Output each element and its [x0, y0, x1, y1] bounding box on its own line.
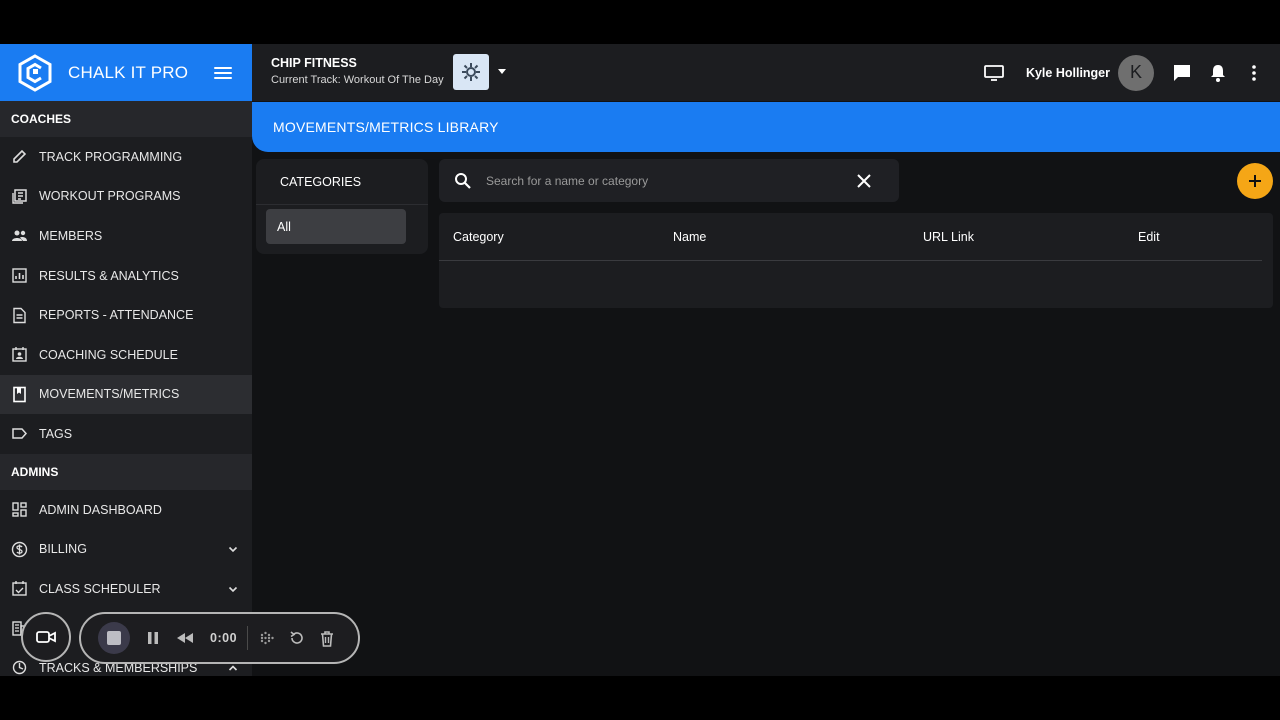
dashboard-icon [12, 502, 27, 517]
gear-swirl-icon [462, 63, 480, 81]
search-icon [455, 172, 471, 189]
current-track: Current Track: Workout Of The Day [271, 74, 444, 86]
section-heading-coaches: COACHES [0, 101, 252, 137]
sidebar-item-label: MEMBERS [39, 228, 103, 243]
monitor-icon[interactable] [984, 63, 1004, 83]
column-header-category[interactable]: Category [453, 213, 504, 261]
categories-panel: CATEGORIES All [256, 159, 428, 254]
report-icon [13, 307, 26, 323]
chat-icon[interactable] [1172, 63, 1192, 83]
sidebar-item-admin-dashboard[interactable]: ADMIN DASHBOARD [0, 490, 252, 530]
recorder-toolbar: 0:00 [79, 612, 360, 664]
chevron-down-icon[interactable] [228, 544, 238, 554]
restart-icon[interactable] [288, 629, 306, 647]
sidebar-item-label: ADMIN DASHBOARD [39, 502, 162, 517]
category-item-all[interactable]: All [266, 209, 406, 244]
schedule-icon [12, 347, 27, 362]
sidebar-item-members[interactable]: MEMBERS [0, 216, 252, 256]
sidebar-item-label: COACHING SCHEDULE [39, 347, 178, 362]
sidebar-item-label: RESULTS & ANALYTICS [39, 268, 179, 283]
search-bar [439, 159, 899, 202]
pause-icon[interactable] [144, 629, 162, 647]
video-camera-icon [36, 631, 56, 643]
sidebar-item-class-scheduler[interactable]: CLASS SCHEDULER [0, 569, 252, 609]
coach-nav-list: TRACK PROGRAMMING WORKOUT PROGRAMS MEMBERS… [0, 137, 252, 454]
chevron-up-icon[interactable] [228, 663, 238, 673]
rewind-icon[interactable] [176, 629, 194, 647]
gym-name: CHIP FITNESS [271, 56, 357, 70]
book-icon [13, 386, 26, 403]
camera-toggle-button[interactable] [21, 612, 71, 662]
recorder-divider [247, 626, 249, 650]
sidebar-item-label: BILLING [39, 542, 87, 557]
sidebar-item-label: WORKOUT PROGRAMS [39, 189, 181, 204]
sidebar-item-movements-metrics[interactable]: MOVEMENTS/METRICS [0, 374, 252, 415]
add-movement-button[interactable] [1237, 163, 1273, 199]
sidebar-item-label: TAGS [39, 426, 73, 441]
sidebar-item-track-programming[interactable]: TRACK PROGRAMMING [0, 137, 252, 177]
sidebar-item-billing[interactable]: BILLING [0, 529, 252, 569]
chalk-it-logo-icon [18, 53, 52, 92]
sidebar: CHALK IT PRO COACHES TRACK PROGRAMMING WO… [0, 44, 252, 676]
table-header: Category Name URL Link Edit [439, 213, 1262, 261]
close-icon[interactable] [855, 172, 873, 190]
page-title: MOVEMENTS/METRICS LIBRARY [252, 102, 1280, 152]
brand-name: CHALK IT PRO [68, 62, 189, 82]
top-bar: CHIP FITNESS Current Track: Workout Of T… [252, 44, 1280, 101]
bell-icon[interactable] [1208, 63, 1228, 83]
section-heading-admins: ADMINS [0, 453, 252, 490]
sidebar-item-tags[interactable]: TAGS [0, 414, 252, 454]
top-bar-actions: Kyle Hollinger K [984, 44, 1280, 101]
column-header-name[interactable]: Name [673, 213, 706, 261]
sidebar-item-label: TRACK PROGRAMMING [39, 149, 183, 164]
column-header-edit[interactable]: Edit [1138, 213, 1160, 261]
sidebar-item-label: CLASS SCHEDULER [39, 581, 161, 596]
search-input[interactable] [486, 173, 855, 188]
avatar[interactable]: K [1118, 54, 1154, 91]
sidebar-item-label: REPORTS - ATTENDANCE [39, 308, 194, 323]
recording-timer: 0:00 [210, 631, 238, 645]
user-name[interactable]: Kyle Hollinger [1026, 66, 1110, 80]
column-header-url-link[interactable]: URL Link [923, 213, 974, 261]
chevron-down-icon[interactable] [228, 584, 238, 594]
more-vertical-icon[interactable] [1244, 63, 1264, 83]
movements-table: Category Name URL Link Edit [439, 213, 1273, 308]
tracks-icon [12, 661, 27, 675]
calendar-check-icon [12, 581, 27, 596]
gym-info: CHIP FITNESS Current Track: Workout Of T… [271, 56, 444, 86]
track-selector-button[interactable] [453, 54, 489, 90]
hamburger-menu-icon[interactable] [214, 66, 232, 79]
trash-icon[interactable] [318, 629, 336, 647]
sidebar-item-coaching-schedule[interactable]: COACHING SCHEDULE [0, 335, 252, 375]
sidebar-item-label: MOVEMENTS/METRICS [39, 387, 180, 402]
sidebar-item-workout-programs[interactable]: WORKOUT PROGRAMS [0, 177, 252, 217]
track-dropdown-caret-icon[interactable] [498, 69, 506, 74]
dots-grid-icon[interactable] [258, 629, 276, 647]
tag-icon [12, 428, 28, 440]
brand-bar: CHALK IT PRO [0, 44, 252, 101]
stop-recording-button[interactable] [98, 622, 130, 654]
app-window: CHALK IT PRO COACHES TRACK PROGRAMMING WO… [0, 44, 1280, 676]
pencil-icon [13, 150, 27, 164]
programs-icon [12, 189, 27, 204]
dollar-icon [11, 541, 28, 557]
plus-icon [1249, 175, 1261, 187]
analytics-icon [12, 268, 27, 283]
sidebar-item-results-analytics[interactable]: RESULTS & ANALYTICS [0, 256, 252, 296]
sidebar-item-reports-attendance[interactable]: REPORTS - ATTENDANCE [0, 295, 252, 335]
categories-title: CATEGORIES [256, 159, 428, 205]
members-icon [12, 230, 27, 242]
